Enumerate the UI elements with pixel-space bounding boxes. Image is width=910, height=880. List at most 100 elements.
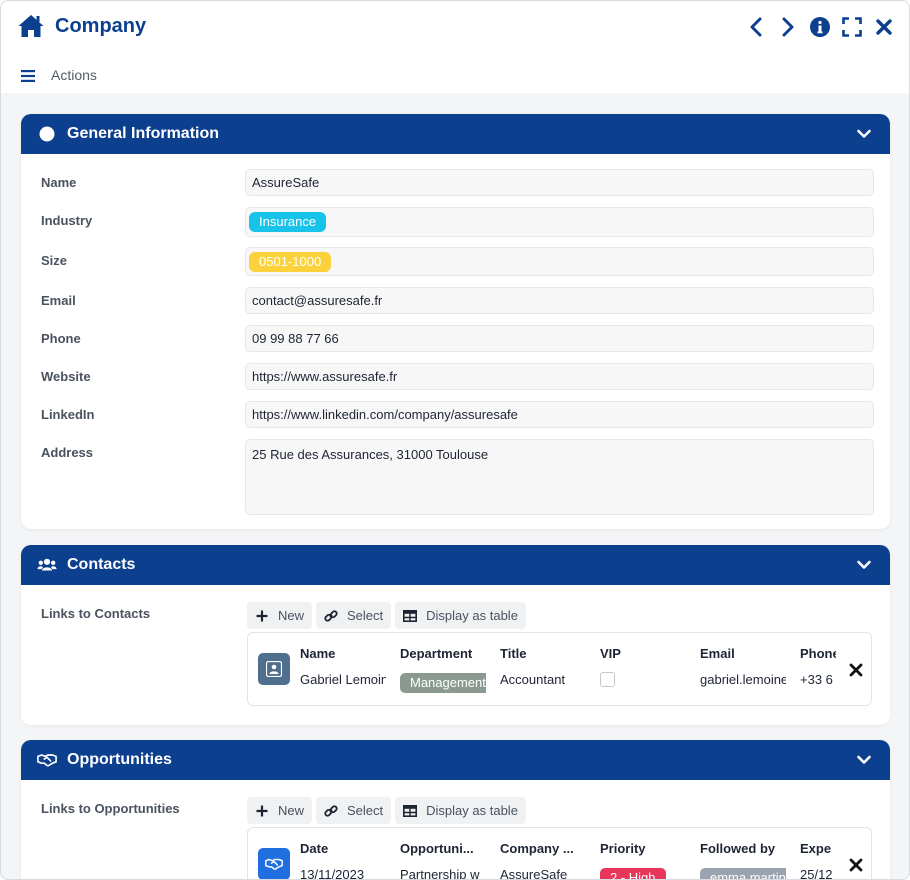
size-pill: 0501-1000 [249, 251, 332, 272]
chevron-down-icon[interactable] [856, 126, 872, 142]
display-as-table-label: Display as table [426, 608, 518, 623]
size-field[interactable]: 0501-1000 [245, 247, 874, 276]
department-tag: Management [400, 673, 486, 693]
info-icon[interactable] [809, 15, 831, 39]
contact-phone: +33 6 [800, 672, 833, 687]
general-information-panel: General Information Name AssureSafe Indu… [21, 114, 890, 529]
table-icon [403, 609, 418, 623]
contact-link-card[interactable]: Name Department Title VIP Email Phone Ga… [247, 632, 872, 706]
column-header: Followed by [700, 841, 776, 856]
select-label: Select [347, 608, 384, 623]
contact-name: Gabriel Lemoine [300, 672, 386, 687]
new-button[interactable]: New [247, 797, 313, 824]
display-as-table-button[interactable]: Display as table [395, 797, 526, 824]
linkedin-value: https://www.linkedin.com/company/assures… [252, 407, 518, 422]
opportunity-priority: 2 - High [600, 868, 666, 879]
column-header: Opportuni... [400, 841, 474, 856]
column-header: Phone [800, 646, 836, 661]
close-icon[interactable] [849, 663, 863, 677]
website-label: Website [41, 369, 91, 384]
name-label: Name [41, 175, 77, 190]
panel-title: General Information [67, 125, 220, 142]
address-label: Address [41, 445, 94, 460]
users-icon [37, 556, 57, 574]
close-icon[interactable] [849, 858, 863, 872]
chevron-left-icon[interactable] [745, 15, 767, 39]
column-header: Priority [600, 841, 646, 856]
panel-title: Opportunities [67, 751, 172, 768]
column-header: Name [300, 646, 336, 661]
new-label: New [278, 608, 305, 623]
opportunities-header[interactable]: Opportunities [21, 740, 890, 780]
contact-email: gabriel.lemoine [700, 672, 786, 687]
display-as-table-button[interactable]: Display as table [395, 602, 526, 629]
expand-icon[interactable] [841, 15, 863, 39]
links-to-contacts-label: Links to Contacts [41, 606, 151, 621]
window-controls [745, 15, 895, 39]
opportunity-link-card[interactable]: Date Opportuni... Company ... Priority F… [247, 827, 872, 880]
chevron-down-icon[interactable] [856, 557, 872, 573]
phone-value: 09 99 88 77 66 [252, 331, 339, 346]
select-button[interactable]: Select [316, 602, 392, 629]
actions-menu[interactable]: Actions [21, 67, 97, 83]
opportunity-expected: 25/12 [800, 867, 833, 880]
linkedin-label: LinkedIn [41, 407, 95, 422]
name-field[interactable]: AssureSafe [245, 169, 874, 196]
contact-avatar-icon [258, 653, 290, 685]
select-button[interactable]: Select [316, 797, 392, 824]
table-icon [403, 804, 418, 818]
chevron-down-icon[interactable] [856, 752, 872, 768]
general-information-header[interactable]: General Information [21, 114, 890, 154]
address-value: 25 Rue des Assurances, 31000 Toulouse [252, 447, 489, 462]
plus-icon [255, 804, 269, 818]
column-header: Department [400, 646, 473, 661]
opportunities-toolbar: New Select Display as table [247, 797, 526, 824]
linkedin-field[interactable]: https://www.linkedin.com/company/assures… [245, 401, 874, 428]
column-header: Email [700, 646, 735, 661]
contacts-header[interactable]: Contacts [21, 545, 890, 585]
home-icon[interactable] [17, 13, 45, 39]
opportunity-company: AssureSafe [500, 867, 568, 880]
actions-label: Actions [51, 67, 97, 83]
company-window: Company Actions General Information Name… [0, 0, 910, 880]
circle-icon [37, 125, 57, 143]
vip-checkbox [600, 672, 615, 690]
contact-department: Management [400, 673, 486, 693]
contacts-panel: Contacts Links to Contacts New Select Di… [21, 545, 890, 725]
column-header: Expe [800, 841, 832, 856]
address-field[interactable]: 25 Rue des Assurances, 31000 Toulouse [245, 439, 874, 515]
chevron-right-icon[interactable] [777, 15, 799, 39]
column-header: Date [300, 841, 329, 856]
panel-title: Contacts [67, 556, 136, 573]
close-icon[interactable] [873, 15, 895, 39]
followed-by-tag: emma martin [700, 868, 786, 879]
industry-field[interactable]: Insurance [245, 207, 874, 237]
link-icon [324, 804, 338, 818]
column-header: VIP [600, 646, 621, 661]
column-header: Company ... [500, 841, 574, 856]
phone-label: Phone [41, 331, 81, 346]
links-to-opportunities-label: Links to Opportunities [41, 801, 180, 816]
opportunity-date: 13/11/2023 [300, 867, 365, 880]
opportunity-followed-by: emma martin [700, 868, 786, 879]
menu-icon[interactable] [21, 69, 35, 82]
link-icon [324, 609, 338, 623]
contact-title: Accountant [500, 672, 566, 687]
handshake-icon [37, 751, 57, 769]
title-bar: Company Actions [1, 1, 909, 93]
page-title: Company [55, 14, 147, 37]
column-header: Title [500, 646, 527, 661]
plus-icon [255, 609, 269, 623]
phone-field[interactable]: 09 99 88 77 66 [245, 325, 874, 352]
website-field[interactable]: https://www.assuresafe.fr [245, 363, 874, 390]
email-label: Email [41, 293, 76, 308]
new-button[interactable]: New [247, 602, 313, 629]
industry-pill: Insurance [249, 212, 327, 232]
email-field[interactable]: contact@assuresafe.fr [245, 287, 874, 314]
contacts-toolbar: New Select Display as table [247, 602, 526, 629]
display-as-table-label: Display as table [426, 803, 518, 818]
name-value: AssureSafe [252, 175, 320, 190]
email-value: contact@assuresafe.fr [252, 293, 383, 308]
select-label: Select [347, 803, 384, 818]
industry-label: Industry [41, 213, 93, 228]
